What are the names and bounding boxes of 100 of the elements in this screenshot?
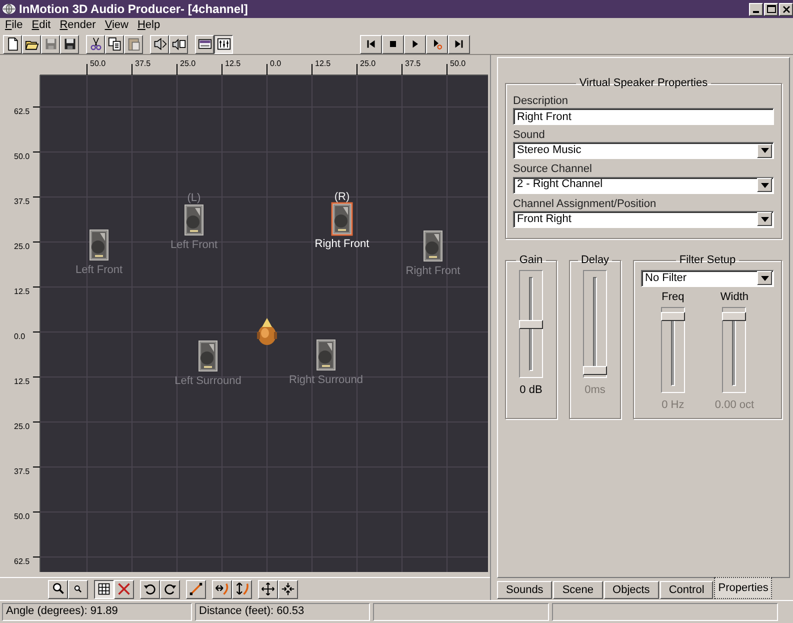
dropdown[interactable]: Stereo Music bbox=[513, 142, 774, 160]
field-label: Source Channel bbox=[513, 163, 593, 177]
grid-icon bbox=[97, 582, 111, 596]
caret-icon bbox=[760, 148, 768, 154]
ruler-label: 50.0 bbox=[14, 152, 30, 161]
skip-forward-icon bbox=[453, 38, 465, 50]
ruler-label: 25.0 bbox=[180, 59, 196, 68]
tab[interactable]: Scene bbox=[553, 581, 603, 599]
speaker-icon[interactable] bbox=[331, 202, 353, 236]
move-arrows-icon bbox=[261, 582, 275, 596]
open-button[interactable] bbox=[22, 34, 41, 54]
slider-thumb[interactable] bbox=[519, 320, 543, 330]
app-icon bbox=[2, 3, 16, 15]
speaker-icon[interactable] bbox=[424, 230, 442, 262]
line-icon bbox=[189, 582, 203, 596]
status-text: Distance (feet): 60.53 bbox=[195, 603, 370, 621]
cut-button[interactable] bbox=[86, 34, 105, 54]
status-text: Angle (degrees): 91.89 bbox=[2, 603, 192, 621]
sliders-icon bbox=[216, 37, 230, 51]
speaker-icon bbox=[152, 37, 166, 51]
delete-button[interactable] bbox=[114, 580, 134, 598]
save-button[interactable] bbox=[60, 34, 79, 54]
field-label: Description bbox=[513, 95, 570, 108]
expand-button[interactable] bbox=[258, 580, 278, 598]
zoom-in-button[interactable] bbox=[48, 580, 68, 598]
tab[interactable]: Objects bbox=[604, 581, 659, 599]
line-button[interactable] bbox=[186, 580, 206, 598]
group-title: Virtual Speaker Properties bbox=[578, 78, 709, 89]
play-record-button[interactable] bbox=[426, 34, 448, 54]
dropdown-button[interactable] bbox=[757, 144, 772, 158]
speaker-icon[interactable] bbox=[316, 340, 336, 370]
play-record-icon bbox=[431, 38, 443, 50]
zoom-out-button[interactable] bbox=[68, 580, 88, 598]
maximize-button[interactable] bbox=[764, 2, 778, 16]
ruler-label: 37.5 bbox=[405, 59, 421, 68]
copy-button[interactable] bbox=[105, 34, 124, 54]
dropdown-button[interactable] bbox=[757, 212, 772, 226]
rotate-right-icon bbox=[163, 582, 177, 596]
contract-button[interactable] bbox=[278, 580, 298, 598]
ruler-label: 25.0 bbox=[14, 242, 30, 251]
ruler-label: 37.5 bbox=[135, 59, 151, 68]
tab[interactable]: Sounds bbox=[497, 581, 552, 599]
slider-reading: 0ms bbox=[584, 384, 606, 397]
menu-item[interactable]: Edit bbox=[32, 19, 51, 33]
caret-icon bbox=[760, 276, 768, 281]
magnifier-icon bbox=[51, 582, 65, 596]
ruler-label: 37.5 bbox=[14, 467, 30, 476]
minimize-icon bbox=[753, 10, 759, 12]
dropdown[interactable]: No Filter bbox=[641, 270, 774, 287]
stop-button[interactable] bbox=[382, 34, 404, 54]
tab[interactable]: Properties bbox=[714, 577, 772, 599]
slider-label: Freq bbox=[660, 290, 685, 304]
document-icon bbox=[6, 37, 20, 51]
ruler-label: 62.5 bbox=[14, 107, 30, 116]
slider-label: Width bbox=[719, 290, 750, 304]
menu-item[interactable]: Render bbox=[60, 19, 96, 33]
ruler-label: 50.0 bbox=[450, 59, 466, 68]
group-title: Filter Setup bbox=[678, 254, 737, 266]
caret-icon bbox=[760, 216, 768, 222]
speaker-out-button[interactable] bbox=[150, 34, 169, 54]
copy-icon bbox=[108, 37, 122, 51]
speaker-label: Right Front bbox=[406, 265, 460, 277]
ruler-label: 0.0 bbox=[270, 59, 282, 68]
caret-icon bbox=[760, 182, 768, 188]
slider-reading: 0 dB bbox=[518, 384, 544, 397]
speaker-icon[interactable] bbox=[184, 204, 204, 236]
dropdown-button[interactable] bbox=[757, 178, 772, 192]
menu-item[interactable]: File bbox=[5, 19, 23, 33]
ruler-label: 12.5 bbox=[14, 287, 30, 296]
contract-arrows-icon bbox=[281, 582, 295, 596]
play-button[interactable] bbox=[404, 34, 426, 54]
panel-button[interactable] bbox=[195, 34, 214, 54]
dropdown[interactable]: Front Right bbox=[513, 210, 774, 228]
dropdown-button[interactable] bbox=[757, 271, 772, 286]
speaker-in-button[interactable] bbox=[169, 34, 188, 54]
text-field[interactable]: Right Front bbox=[513, 108, 774, 126]
grid-button[interactable] bbox=[94, 580, 114, 598]
rotate-right-button[interactable] bbox=[160, 580, 180, 598]
spread-horizontal-button[interactable] bbox=[212, 580, 232, 598]
ruler-label: 0.0 bbox=[14, 332, 26, 341]
mixer-button[interactable] bbox=[214, 34, 233, 54]
menu-item[interactable]: Help bbox=[137, 19, 160, 33]
last-button[interactable] bbox=[448, 34, 470, 54]
speaker-icon[interactable] bbox=[90, 230, 108, 260]
window-title: InMotion 3D Audio Producer- [4channel] bbox=[19, 2, 248, 16]
menu-item[interactable]: View bbox=[104, 19, 128, 33]
first-button[interactable] bbox=[360, 34, 382, 54]
close-button[interactable] bbox=[779, 2, 793, 16]
new-button[interactable] bbox=[3, 34, 22, 54]
rotate-left-button[interactable] bbox=[140, 580, 160, 598]
dropdown[interactable]: 2 - Right Channel bbox=[513, 176, 774, 194]
speaker-icon[interactable] bbox=[198, 340, 218, 372]
minimize-button[interactable] bbox=[749, 2, 763, 16]
group-title: Gain bbox=[518, 254, 544, 266]
ruler-label: 50.0 bbox=[90, 59, 106, 68]
spread-vertical-button[interactable] bbox=[232, 580, 252, 598]
tab[interactable]: Control bbox=[660, 581, 714, 599]
ruler-label: 12.5 bbox=[315, 59, 331, 68]
speaker-label: Left Surround bbox=[174, 375, 242, 387]
listener-head-icon[interactable] bbox=[257, 318, 277, 345]
